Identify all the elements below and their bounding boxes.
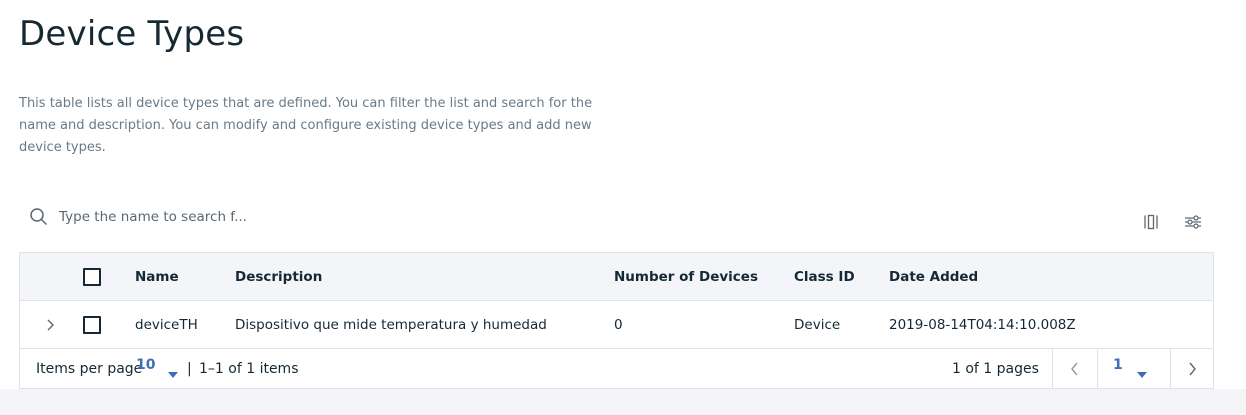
column-header-description[interactable]: Description: [235, 253, 322, 301]
column-header-name[interactable]: Name: [135, 253, 179, 301]
page-select[interactable]: 1: [1113, 345, 1123, 385]
cell-name: deviceTH: [135, 317, 198, 333]
caret-down-icon: [168, 372, 178, 378]
cell-class-id: Device: [794, 317, 841, 333]
column-header-date-added[interactable]: Date Added: [889, 253, 978, 301]
caret-down-icon: [1137, 372, 1147, 378]
divider: [1097, 349, 1098, 389]
cell-number-of-devices: 0: [614, 317, 623, 333]
items-per-page-select[interactable]: 10: [136, 345, 155, 385]
table-row[interactable]: deviceTH Dispositivo que mide temperatur…: [20, 301, 1213, 349]
column-header-number-of-devices[interactable]: Number of Devices: [614, 253, 758, 301]
items-per-page-value: 10: [136, 357, 156, 373]
row-checkbox[interactable]: [83, 316, 101, 334]
column-header-class-id[interactable]: Class ID: [794, 253, 855, 301]
device-types-table: Name Description Number of Devices Class…: [19, 252, 1214, 389]
page-count-text: 1 of 1 pages: [952, 361, 1039, 377]
pagination-separator: |: [187, 361, 192, 377]
items-per-page-label: Items per page: [36, 361, 143, 377]
select-all-cell: [83, 253, 101, 301]
item-range-text: 1–1 of 1 items: [199, 361, 299, 377]
filter-settings-icon: [1185, 215, 1201, 229]
next-page-button[interactable]: [1171, 349, 1213, 389]
column-selector-icon: [1144, 214, 1158, 230]
cell-description: Dispositivo que mide temperatura y humed…: [235, 317, 547, 333]
page-select-caret[interactable]: [1137, 355, 1147, 395]
search-input[interactable]: [59, 209, 399, 225]
chevron-right-icon: [1189, 362, 1196, 376]
current-page-value: 1: [1113, 357, 1123, 373]
items-per-page-caret[interactable]: [168, 355, 178, 395]
row-select-cell: [83, 301, 101, 349]
expand-cell: [40, 301, 60, 349]
table-header: Name Description Number of Devices Class…: [20, 253, 1213, 301]
column-selector-button[interactable]: [1137, 208, 1165, 236]
page-title: Device Types: [19, 14, 245, 54]
chevron-right-icon[interactable]: [40, 315, 60, 335]
pagination-bar: Items per page 10 | 1–1 of 1 items 1 of …: [20, 349, 1213, 389]
filter-settings-button[interactable]: [1179, 208, 1207, 236]
page-description: This table lists all device types that a…: [19, 96, 593, 155]
select-all-checkbox[interactable]: [83, 268, 101, 286]
search-icon: [29, 207, 49, 227]
chevron-left-icon: [1071, 362, 1078, 376]
previous-page-button[interactable]: [1053, 349, 1097, 389]
page: Device Types This table lists all device…: [0, 0, 1246, 389]
cell-date-added: 2019-08-14T04:14:10.008Z: [889, 317, 1076, 333]
search-bar: [19, 200, 419, 234]
